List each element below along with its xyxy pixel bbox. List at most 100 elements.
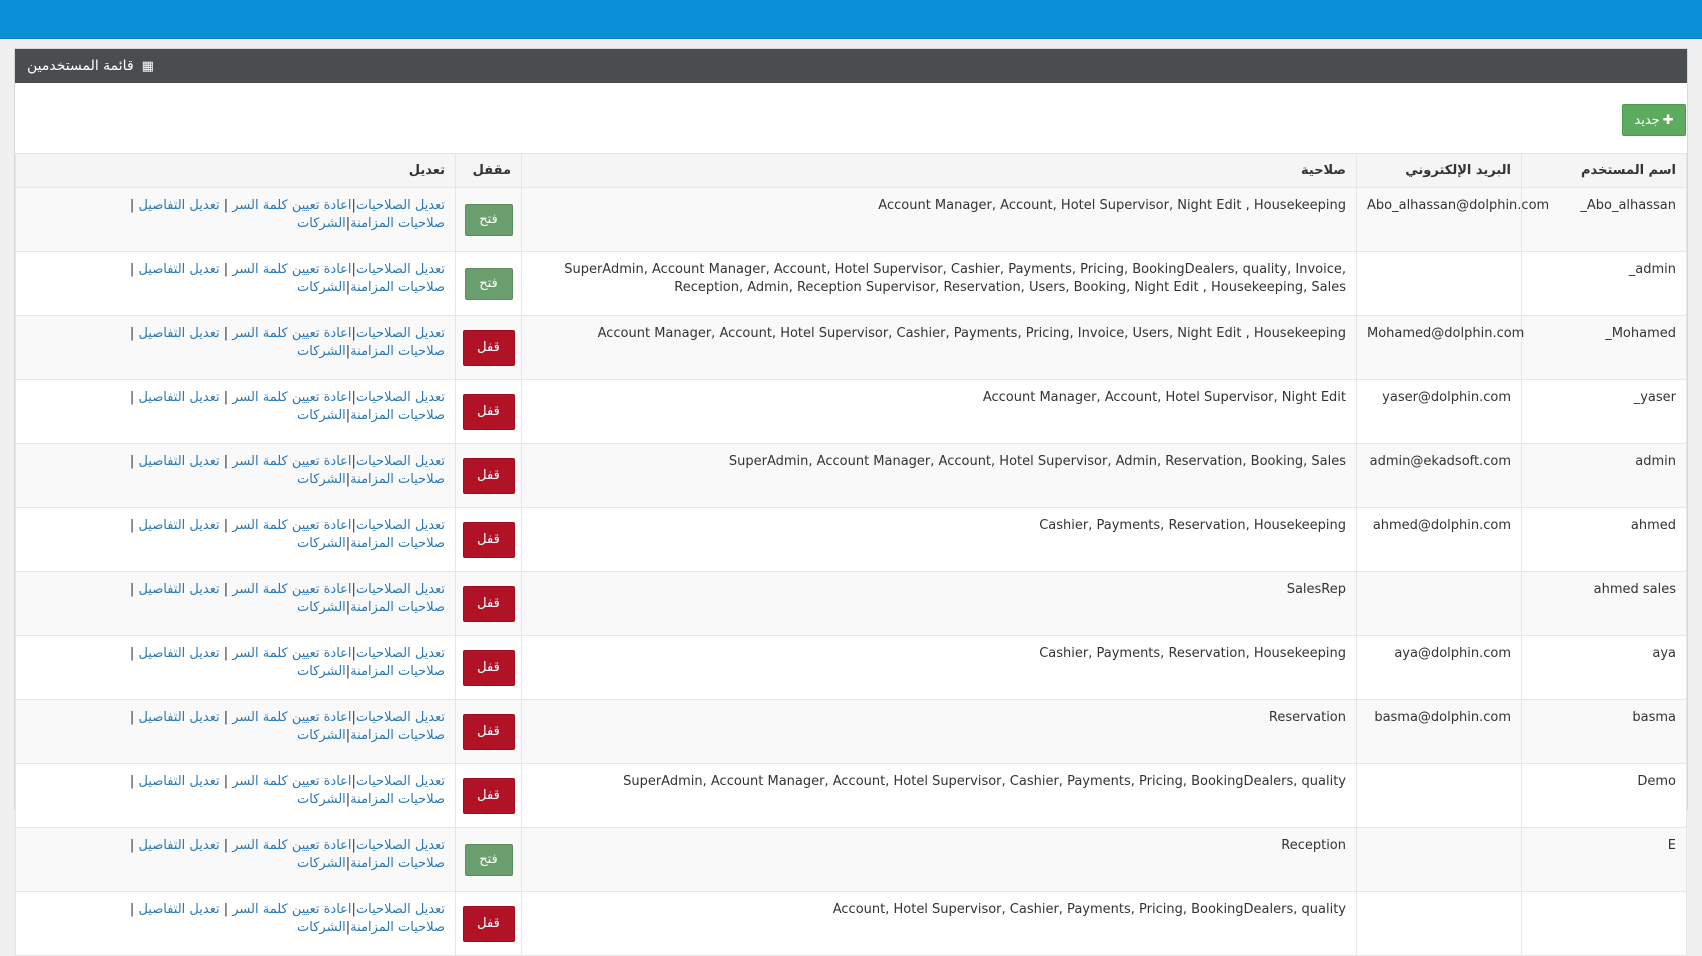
actions-cell: تعديل الصلاحيات|اعادة تعيين كلمة السر | … [15, 187, 456, 252]
edit-details-link[interactable]: تعديل التفاصيل [138, 838, 219, 853]
reset-password-link[interactable]: اعادة تعيين كلمة السر [232, 326, 351, 341]
edit-permissions-link[interactable]: تعديل الصلاحيات [356, 710, 445, 725]
edit-permissions-link[interactable]: تعديل الصلاحيات [356, 326, 445, 341]
sync-permissions-link[interactable]: صلاحيات المزامنة [350, 216, 445, 231]
actions-cell: تعديل الصلاحيات|اعادة تعيين كلمة السر | … [15, 763, 456, 828]
companies-link[interactable]: الشركات [297, 280, 346, 295]
actions-cell: تعديل الصلاحيات|اعادة تعيين كلمة السر | … [15, 827, 456, 892]
sync-permissions-link[interactable]: صلاحيات المزامنة [350, 728, 445, 743]
lock-cell: قفل [455, 379, 522, 444]
reset-password-link[interactable]: اعادة تعيين كلمة السر [232, 454, 351, 469]
reset-password-link[interactable]: اعادة تعيين كلمة السر [232, 518, 351, 533]
edit-details-link[interactable]: تعديل التفاصيل [138, 390, 219, 405]
sync-permissions-link[interactable]: صلاحيات المزامنة [350, 920, 445, 935]
lock-toggle-button[interactable]: قفل [462, 905, 515, 942]
separator: | [129, 902, 139, 917]
edit-permissions-link[interactable]: تعديل الصلاحيات [356, 518, 445, 533]
companies-link[interactable]: الشركات [297, 408, 346, 423]
reset-password-link[interactable]: اعادة تعيين كلمة السر [232, 390, 351, 405]
lock-toggle-button[interactable]: فتح [464, 267, 513, 300]
edit-permissions-link[interactable]: تعديل الصلاحيات [356, 454, 445, 469]
sync-permissions-link[interactable]: صلاحيات المزامنة [350, 856, 445, 871]
table-row: aya aya@dolphin.com Cashier, Payments, R… [15, 635, 1687, 700]
table-row: ahmed ahmed@dolphin.com Cashier, Payment… [15, 507, 1687, 572]
sync-permissions-link[interactable]: صلاحيات المزامنة [350, 600, 445, 615]
sync-permissions-link[interactable]: صلاحيات المزامنة [350, 664, 445, 679]
username-cell: basma [1521, 699, 1687, 764]
lock-toggle-button[interactable]: فتح [464, 203, 513, 236]
edit-permissions-link[interactable]: تعديل الصلاحيات [356, 838, 445, 853]
table-row: admin admin@ekadsoft.com SuperAdmin, Acc… [15, 443, 1687, 508]
action-links: تعديل الصلاحيات|اعادة تعيين كلمة السر | … [26, 197, 445, 233]
edit-details-link[interactable]: تعديل التفاصيل [138, 902, 219, 917]
sync-permissions-link[interactable]: صلاحيات المزامنة [350, 344, 445, 359]
edit-details-link[interactable]: تعديل التفاصيل [138, 518, 219, 533]
companies-link[interactable]: الشركات [297, 792, 346, 807]
sync-permissions-link[interactable]: صلاحيات المزامنة [350, 792, 445, 807]
companies-link[interactable]: الشركات [297, 728, 346, 743]
new-user-button[interactable]: ✚ جديد [1622, 104, 1686, 136]
companies-link[interactable]: الشركات [297, 856, 346, 871]
edit-details-link[interactable]: تعديل التفاصيل [138, 326, 219, 341]
username-cell [1521, 891, 1687, 956]
reset-password-link[interactable]: اعادة تعيين كلمة السر [232, 262, 351, 277]
roles-cell: SalesRep [521, 571, 1357, 636]
edit-details-link[interactable]: تعديل التفاصيل [138, 646, 219, 661]
edit-details-link[interactable]: تعديل التفاصيل [138, 198, 219, 213]
sync-permissions-link[interactable]: صلاحيات المزامنة [350, 408, 445, 423]
lock-toggle-button[interactable]: قفل [462, 521, 515, 558]
actions-cell: تعديل الصلاحيات|اعادة تعيين كلمة السر | … [15, 315, 456, 380]
lock-toggle-button[interactable]: قفل [462, 713, 515, 750]
edit-details-link[interactable]: تعديل التفاصيل [138, 582, 219, 597]
edit-permissions-link[interactable]: تعديل الصلاحيات [356, 646, 445, 661]
lock-cell: قفل [455, 891, 522, 956]
separator: | [219, 710, 233, 725]
companies-link[interactable]: الشركات [297, 600, 346, 615]
lock-toggle-button[interactable]: قفل [462, 777, 515, 814]
edit-permissions-link[interactable]: تعديل الصلاحيات [356, 582, 445, 597]
header-username[interactable]: اسم المستخدم [1521, 153, 1687, 188]
reset-password-link[interactable]: اعادة تعيين كلمة السر [232, 646, 351, 661]
reset-password-link[interactable]: اعادة تعيين كلمة السر [232, 838, 351, 853]
lock-toggle-button[interactable]: قفل [462, 393, 515, 430]
companies-link[interactable]: الشركات [297, 536, 346, 551]
edit-details-link[interactable]: تعديل التفاصيل [138, 710, 219, 725]
header-email[interactable]: البريد الإلكتروني [1356, 153, 1522, 188]
email-cell [1356, 891, 1522, 956]
lock-cell: فتح [455, 251, 522, 316]
edit-permissions-link[interactable]: تعديل الصلاحيات [356, 902, 445, 917]
reset-password-link[interactable]: اعادة تعيين كلمة السر [232, 198, 351, 213]
lock-toggle-button[interactable]: فتح [464, 843, 513, 876]
header-locked[interactable]: مقفل [455, 153, 522, 188]
lock-toggle-button[interactable]: قفل [462, 329, 515, 366]
sync-permissions-link[interactable]: صلاحيات المزامنة [350, 472, 445, 487]
companies-link[interactable]: الشركات [297, 664, 346, 679]
lock-toggle-button[interactable]: قفل [462, 649, 515, 686]
reset-password-link[interactable]: اعادة تعيين كلمة السر [232, 582, 351, 597]
edit-permissions-link[interactable]: تعديل الصلاحيات [356, 262, 445, 277]
sync-permissions-link[interactable]: صلاحيات المزامنة [350, 536, 445, 551]
sync-permissions-link[interactable]: صلاحيات المزامنة [350, 280, 445, 295]
companies-link[interactable]: الشركات [297, 920, 346, 935]
edit-permissions-link[interactable]: تعديل الصلاحيات [356, 390, 445, 405]
companies-link[interactable]: الشركات [297, 472, 346, 487]
header-roles[interactable]: صلاحية [521, 153, 1357, 188]
edit-details-link[interactable]: تعديل التفاصيل [138, 774, 219, 789]
roles-cell: Reception [521, 827, 1357, 892]
edit-permissions-link[interactable]: تعديل الصلاحيات [356, 198, 445, 213]
separator: | [219, 454, 233, 469]
toolbar: ✚ جديد [15, 83, 1687, 153]
reset-password-link[interactable]: اعادة تعيين كلمة السر [232, 902, 351, 917]
edit-details-link[interactable]: تعديل التفاصيل [138, 262, 219, 277]
table-row: basma basma@dolphin.com Reservation قفل … [15, 699, 1687, 764]
separator: | [219, 518, 233, 533]
edit-permissions-link[interactable]: تعديل الصلاحيات [356, 774, 445, 789]
lock-toggle-button[interactable]: قفل [462, 457, 515, 494]
lock-toggle-button[interactable]: قفل [462, 585, 515, 622]
reset-password-link[interactable]: اعادة تعيين كلمة السر [232, 774, 351, 789]
reset-password-link[interactable]: اعادة تعيين كلمة السر [232, 710, 351, 725]
companies-link[interactable]: الشركات [297, 216, 346, 231]
companies-link[interactable]: الشركات [297, 344, 346, 359]
edit-details-link[interactable]: تعديل التفاصيل [138, 454, 219, 469]
header-edit[interactable]: تعديل [15, 153, 456, 188]
